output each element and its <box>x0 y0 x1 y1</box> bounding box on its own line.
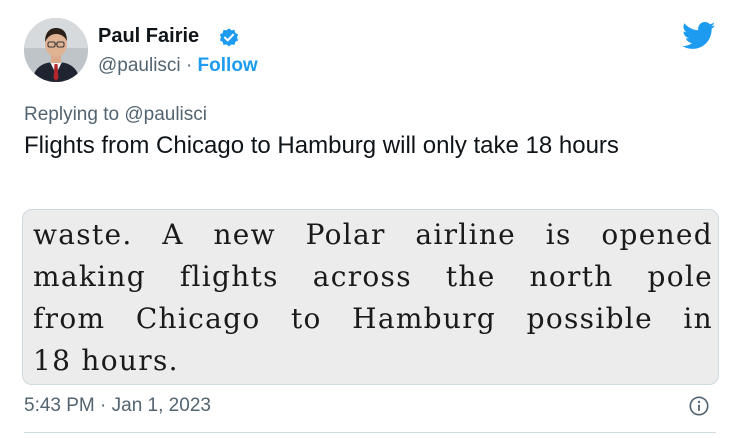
clipping-line: waste. A new Polar airline is opened <box>33 218 713 251</box>
info-icon[interactable] <box>688 395 710 417</box>
replying-to-row: Replying to @paulisci <box>24 104 207 126</box>
tweet-card: Paul Fairie @paulisci · Follow Replying … <box>0 0 740 438</box>
newspaper-clipping: waste. A new Polar airline is opened mak… <box>33 214 713 382</box>
divider <box>24 432 716 433</box>
clipping-line: 18 hours. <box>33 344 179 377</box>
follow-button[interactable]: Follow <box>198 55 258 76</box>
clipping-line: making flights across the north pole <box>33 260 713 293</box>
author-name[interactable]: Paul Fairie <box>98 25 199 48</box>
tweet-timestamp[interactable]: 5:43 PM · Jan 1, 2023 <box>24 395 211 417</box>
twitter-bird-icon[interactable] <box>682 22 716 50</box>
handle-separator: · <box>185 55 193 76</box>
clipping-line: from Chicago to Hamburg possible in <box>33 302 713 335</box>
tweet-media-image[interactable]: waste. A new Polar airline is opened mak… <box>22 209 719 385</box>
verified-badge-icon <box>219 28 239 47</box>
tweet-text: Flights from Chicago to Hamburg will onl… <box>24 132 619 159</box>
author-handle-row: @paulisci · Follow <box>98 55 258 77</box>
replying-to-handle[interactable]: @paulisci <box>124 104 207 125</box>
replying-to-label: Replying to <box>24 104 120 125</box>
avatar[interactable] <box>24 18 88 82</box>
author-handle[interactable]: @paulisci <box>98 55 181 76</box>
